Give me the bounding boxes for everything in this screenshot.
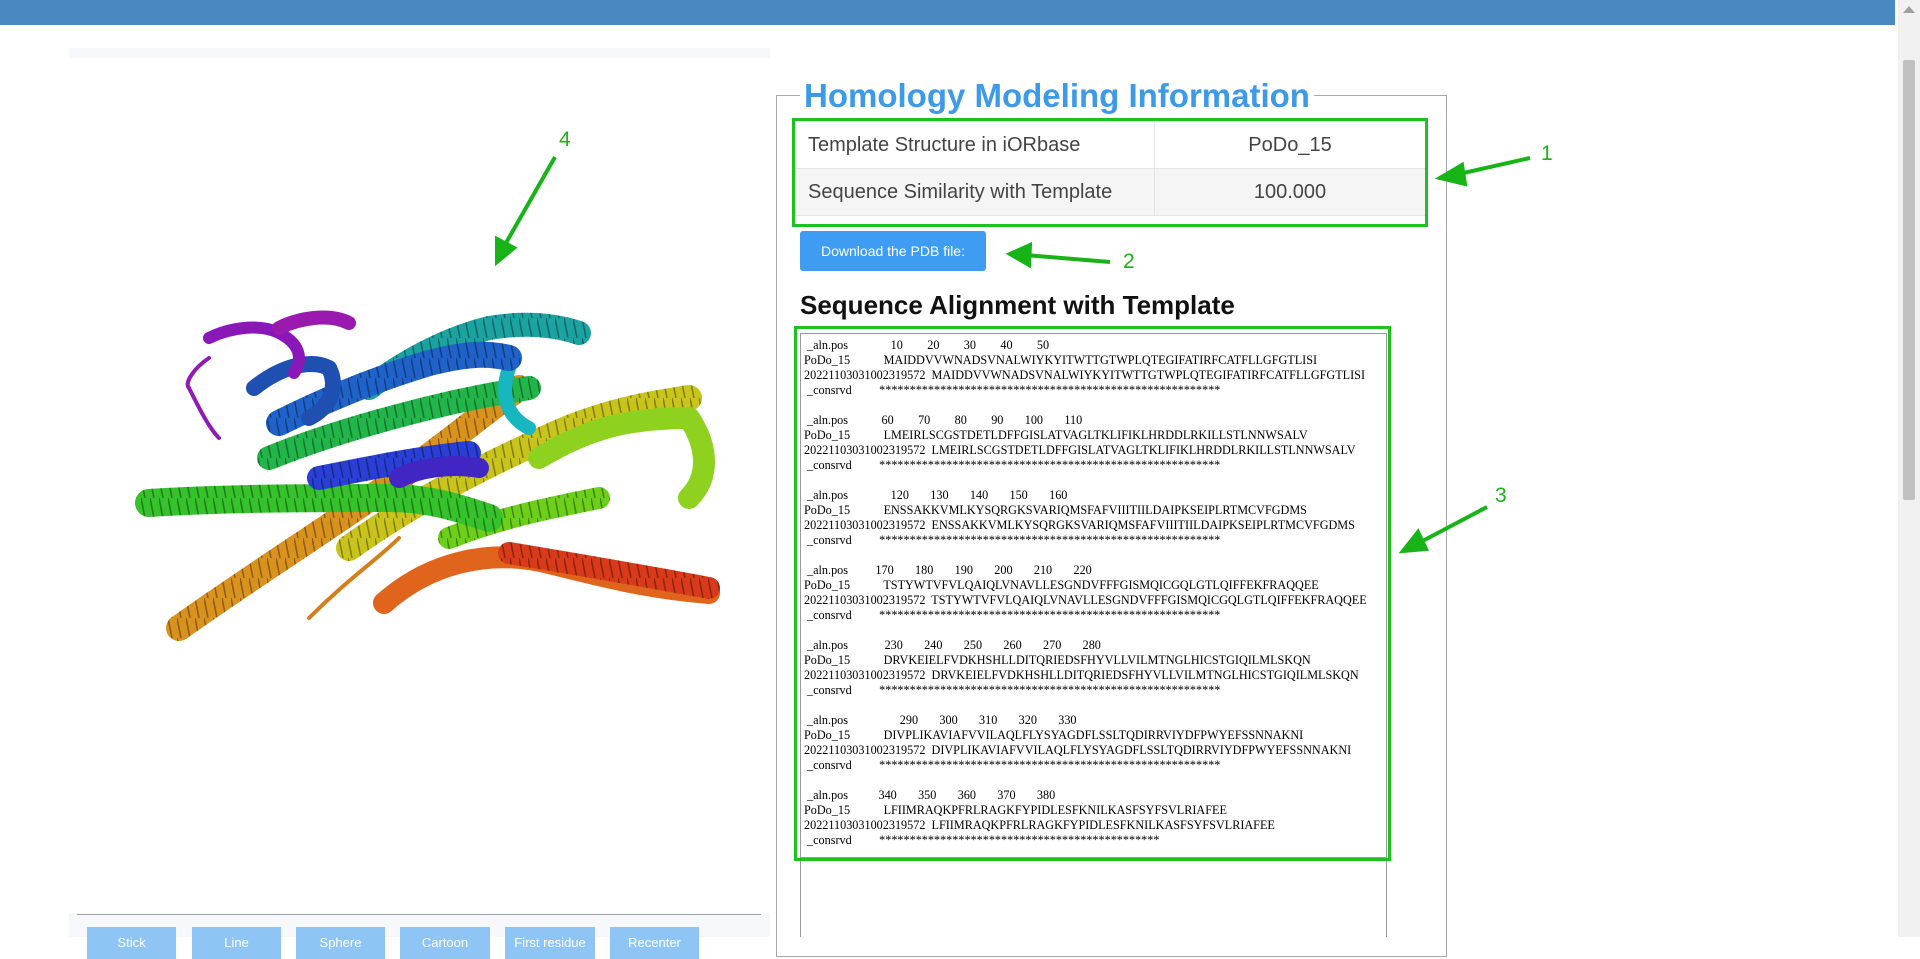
molecule-3d-canvas[interactable] xyxy=(69,58,770,913)
alignment-title: Sequence Alignment with Template xyxy=(800,290,1235,320)
scrollbar-thumb[interactable] xyxy=(1903,60,1915,500)
download-pdb-button[interactable]: Download the PDB file: xyxy=(800,231,986,271)
protein-ribbon-render xyxy=(135,310,720,641)
cartoon-button[interactable]: Cartoon xyxy=(400,927,490,959)
line-button[interactable]: Line xyxy=(192,927,281,959)
highlight-box-1 xyxy=(792,118,1428,227)
stick-button[interactable]: Stick xyxy=(87,927,176,959)
annotation-label-4: 4 xyxy=(559,128,571,151)
annotation-label-2: 2 xyxy=(1123,250,1135,273)
recenter-button[interactable]: Recenter xyxy=(610,927,699,959)
annotation-label-3: 3 xyxy=(1495,484,1507,507)
scroll-up-icon[interactable] xyxy=(1903,6,1915,13)
structure-viewer-panel: Stick Line Sphere Cartoon First residue … xyxy=(69,48,770,959)
annotation-label-1: 1 xyxy=(1541,142,1553,165)
page-scrollbar[interactable] xyxy=(1898,0,1920,937)
alignment-box-continuation xyxy=(800,858,1387,937)
first-residue-button[interactable]: First residue xyxy=(505,927,595,959)
highlight-box-3 xyxy=(794,326,1391,861)
viewer-divider xyxy=(77,914,761,915)
homology-info-title: Homology Modeling Information xyxy=(800,74,1314,118)
top-nav-bar xyxy=(0,0,1895,25)
sphere-button[interactable]: Sphere xyxy=(296,927,385,959)
